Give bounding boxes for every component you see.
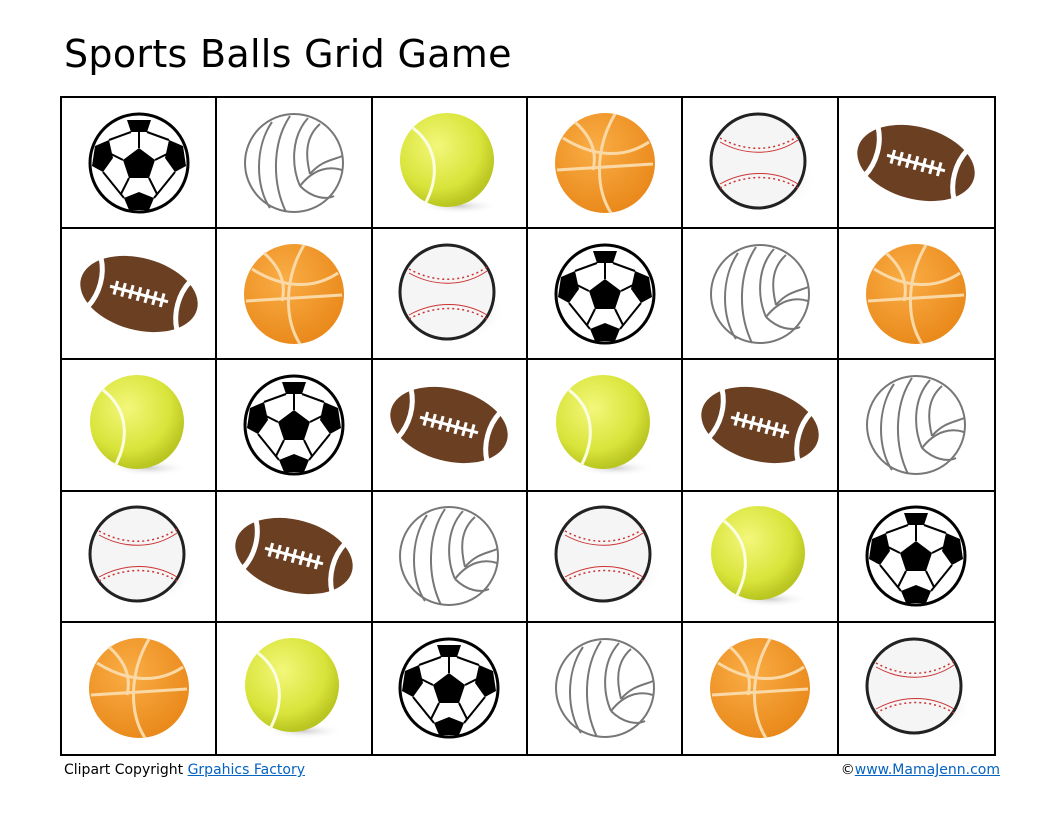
grid-cell[interactable] xyxy=(372,98,528,230)
baseball-ball-icon xyxy=(79,501,199,611)
basketball-ball-icon xyxy=(234,239,354,349)
mamajenn-link[interactable]: www.MamaJenn.com xyxy=(855,762,1000,778)
grid-cell[interactable] xyxy=(528,622,684,754)
grid-cell[interactable] xyxy=(217,98,373,230)
tennis-ball-icon xyxy=(234,633,354,743)
grid-cell[interactable] xyxy=(527,491,684,623)
copyright-symbol: © xyxy=(840,762,855,778)
grid-cell[interactable] xyxy=(683,622,839,754)
soccer-ball-icon xyxy=(234,370,354,480)
grid-cell[interactable] xyxy=(527,98,684,230)
basketball-ball-icon xyxy=(700,633,820,743)
tennis-ball-icon xyxy=(545,370,665,480)
grid-cell[interactable] xyxy=(62,229,218,361)
grid-cell[interactable] xyxy=(527,360,684,492)
grid-cell[interactable] xyxy=(62,360,218,492)
baseball-ball-icon xyxy=(545,501,665,611)
ball-grid xyxy=(60,96,996,756)
grid-cell[interactable] xyxy=(373,622,528,754)
baseball-ball-icon xyxy=(700,108,820,218)
volleyball-ball-icon xyxy=(389,501,509,611)
soccer-ball-icon xyxy=(79,108,199,218)
grid-cell[interactable] xyxy=(372,491,528,623)
football-ball-icon xyxy=(700,370,820,480)
tennis-ball-icon xyxy=(389,108,509,218)
grid-cell[interactable] xyxy=(217,491,373,623)
football-ball-icon xyxy=(234,501,354,611)
football-ball-icon xyxy=(856,108,976,218)
grid-cell[interactable] xyxy=(527,229,684,361)
volleyball-ball-icon xyxy=(856,370,976,480)
grid-cell[interactable] xyxy=(683,98,839,230)
grid-cell[interactable] xyxy=(217,360,373,492)
football-ball-icon xyxy=(79,239,199,349)
graphics-factory-link[interactable]: Grpahics Factory xyxy=(188,762,305,778)
grid-cell[interactable] xyxy=(372,360,528,492)
grid-cell[interactable] xyxy=(838,492,994,623)
grid-cell[interactable] xyxy=(839,623,994,754)
grid-cell[interactable] xyxy=(372,229,528,361)
page-title: Sports Balls Grid Game xyxy=(64,32,512,76)
soccer-ball-icon xyxy=(856,501,976,611)
football-ball-icon xyxy=(389,370,509,480)
baseball-ball-icon xyxy=(389,239,509,349)
basketball-ball-icon xyxy=(856,239,976,349)
grid-cell[interactable] xyxy=(683,360,839,492)
grid-cell[interactable] xyxy=(62,98,218,230)
soccer-ball-icon xyxy=(389,633,509,743)
grid-cell[interactable] xyxy=(62,491,218,623)
volleyball-ball-icon xyxy=(545,633,665,743)
grid-cell[interactable] xyxy=(62,622,218,754)
clipart-credit: Clipart Copyright Grpahics Factory xyxy=(64,762,305,778)
site-credit: ©www.MamaJenn.com xyxy=(841,762,1000,778)
grid-cell[interactable] xyxy=(838,360,994,492)
basketball-ball-icon xyxy=(545,108,665,218)
basketball-ball-icon xyxy=(79,633,199,743)
tennis-ball-icon xyxy=(700,501,820,611)
grid-cell[interactable] xyxy=(217,622,373,754)
credit-prefix: Clipart Copyright xyxy=(64,762,184,778)
tennis-ball-icon xyxy=(79,370,199,480)
volleyball-ball-icon xyxy=(234,108,354,218)
grid-cell[interactable] xyxy=(217,229,373,361)
baseball-ball-icon xyxy=(856,633,976,743)
volleyball-ball-icon xyxy=(700,239,820,349)
grid-cell[interactable] xyxy=(838,229,994,361)
grid-cell[interactable] xyxy=(838,98,994,230)
soccer-ball-icon xyxy=(545,239,665,349)
grid-cell[interactable] xyxy=(683,229,839,361)
grid-cell[interactable] xyxy=(683,491,839,623)
